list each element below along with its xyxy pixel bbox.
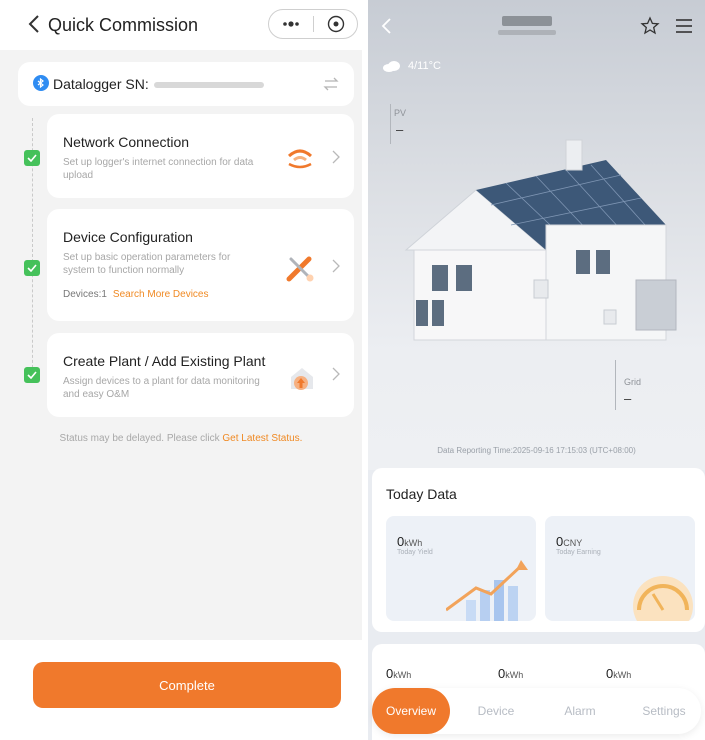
step-title: Network Connection: [63, 134, 190, 150]
search-more-devices-link[interactable]: Search More Devices: [113, 289, 209, 300]
get-latest-status-link[interactable]: Get Latest Status.: [222, 433, 302, 444]
weather: 4/11°C: [382, 60, 441, 72]
close-button[interactable]: [314, 10, 357, 38]
datalogger-sn-card: Datalogger SN:: [18, 62, 354, 106]
pv-label: PV: [394, 108, 407, 118]
step-create-plant[interactable]: Create Plant / Add Existing Plant Assign…: [47, 333, 354, 417]
today-earning-label: Today Earning: [556, 549, 601, 556]
step-description: Assign devices to a plant for data monit…: [63, 376, 260, 400]
chevron-left-icon: [28, 15, 39, 33]
data-reporting-time: Data Reporting Time:2025-09-16 17:15:03 …: [437, 446, 636, 455]
swap-arrows-icon: [323, 77, 339, 91]
header-bar: Quick Commission: [0, 0, 362, 50]
step-device-configuration[interactable]: Device Configuration Set up basic operat…: [47, 209, 354, 321]
plant-name-redacted: [498, 16, 556, 38]
datalogger-sn-value-redacted: [154, 82, 264, 88]
today-yield-label: Today Yield: [397, 549, 433, 556]
bluetooth-icon: [33, 75, 49, 91]
mini-program-capsule: [268, 9, 358, 39]
summary-item-3: 0kWh: [606, 666, 632, 681]
tools-icon: [286, 256, 314, 282]
tab-device[interactable]: Device: [460, 688, 532, 734]
menu-icon[interactable]: [674, 17, 694, 35]
today-yield-tile[interactable]: 0kWh Today Yield: [386, 516, 536, 621]
chevron-right-icon: [332, 367, 340, 381]
grid-connector-line: [615, 360, 616, 410]
step-title: Device Configuration: [63, 229, 193, 245]
bar-chart-growth-icon: [446, 560, 528, 621]
house-illustration: [404, 139, 677, 341]
datalogger-sn-label: Datalogger SN:: [53, 76, 149, 92]
close-circle-icon: [327, 15, 344, 33]
tab-alarm[interactable]: Alarm: [544, 688, 616, 734]
gauge-icon: [633, 576, 693, 621]
today-data-card: Today Data 0kWh Today Yield 0CNY Today E…: [372, 468, 705, 632]
chevron-right-icon: [332, 259, 340, 273]
tab-settings[interactable]: Settings: [628, 688, 700, 734]
more-dots-icon: [283, 21, 299, 27]
step-1-check-icon: [24, 150, 40, 166]
upload-house-icon: [291, 368, 313, 390]
grid-label: Grid: [624, 377, 642, 387]
quick-commission-panel: Quick Commission Datalogger SN: Network …: [0, 0, 362, 740]
back-button[interactable]: [24, 10, 44, 38]
step-description: Set up basic operation parameters for sy…: [63, 252, 231, 276]
devices-line: Devices:1 Search More Devices: [63, 289, 209, 300]
step-description: Set up logger's internet connection for …: [63, 157, 254, 181]
more-button[interactable]: [269, 10, 313, 38]
status-note-text: Status may be delayed. Please click: [59, 433, 223, 444]
device-count: Devices:1: [63, 289, 107, 300]
step-title: Create Plant / Add Existing Plant: [63, 353, 266, 369]
cloud-icon: [383, 61, 400, 72]
complete-button[interactable]: Complete: [33, 662, 341, 708]
back-button[interactable]: [380, 16, 392, 36]
page-title: Quick Commission: [48, 15, 199, 35]
tab-overview[interactable]: Overview: [372, 688, 450, 734]
summary-item-2: 0kWh: [498, 666, 524, 681]
switch-logger-button[interactable]: [322, 75, 340, 93]
step-network-connection[interactable]: Network Connection Set up logger's inter…: [47, 114, 354, 198]
today-earning-tile[interactable]: 0CNY Today Earning: [545, 516, 695, 621]
bottom-tab-bar: Overview Device Alarm Settings: [372, 688, 701, 734]
temperature: 4/11°C: [408, 60, 441, 72]
today-yield-value: 0kWh: [397, 534, 423, 549]
status-note: Status may be delayed. Please click Get …: [0, 433, 362, 444]
plant-hero: 4/11°C PV – Grid – Data Reporting Time:2…: [368, 0, 705, 470]
today-earning-value: 0CNY: [556, 534, 583, 549]
pv-connector-line: [390, 104, 391, 144]
step-2-check-icon: [24, 260, 40, 276]
plant-overview-panel: 4/11°C PV – Grid – Data Reporting Time:2…: [368, 0, 705, 740]
today-data-title: Today Data: [386, 486, 457, 502]
summary-item-1: 0kWh: [386, 666, 412, 681]
chevron-right-icon: [332, 150, 340, 164]
grid-value: –: [624, 391, 632, 406]
step-3-check-icon: [24, 367, 40, 383]
star-icon[interactable]: [640, 16, 660, 36]
wifi-icon: [287, 149, 313, 169]
